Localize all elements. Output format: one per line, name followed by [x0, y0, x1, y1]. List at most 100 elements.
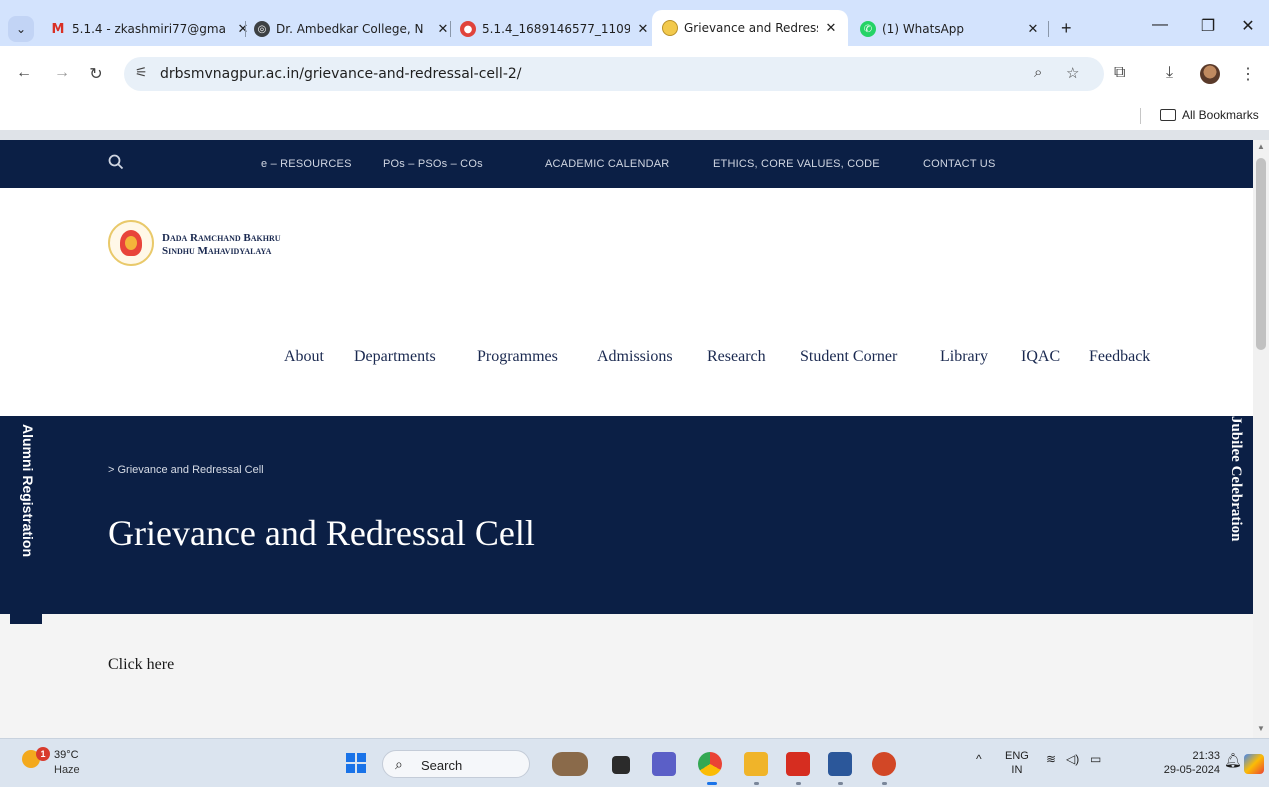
- jubilee-celebration-label: Jubilee Celebration: [1228, 416, 1244, 542]
- taskbar-search[interactable]: ⌕ Search: [382, 750, 530, 778]
- notification-bell-icon[interactable]: 🔔︎: [1224, 752, 1242, 769]
- nav-feedback[interactable]: Feedback: [1089, 348, 1150, 366]
- language-indicator[interactable]: ENG IN: [1005, 749, 1029, 777]
- site-icon: [662, 20, 678, 36]
- bookmarks-divider: [1140, 108, 1141, 124]
- tab-title: 5.1.4_1689146577_11097: [482, 22, 630, 36]
- whatsapp-icon: ✆: [860, 21, 876, 37]
- minimize-button[interactable]: —: [1150, 16, 1170, 34]
- file-explorer-icon[interactable]: [744, 752, 768, 776]
- task-view-icon[interactable]: [612, 756, 630, 774]
- all-bookmarks-button[interactable]: All Bookmarks: [1160, 108, 1259, 122]
- college-logo[interactable]: [108, 220, 154, 266]
- pdf-icon: ●: [460, 21, 476, 37]
- app-indicator: [838, 782, 843, 785]
- taskbar-search-label: Search: [421, 758, 463, 773]
- active-app-indicator: [707, 782, 717, 785]
- gmail-icon: M: [51, 21, 65, 37]
- tab-title: 5.1.4 - zkashmiri77@gma: [72, 22, 226, 36]
- nav-admissions[interactable]: Admissions: [597, 348, 673, 366]
- word-icon[interactable]: [828, 752, 852, 776]
- zoom-icon[interactable]: ⌕: [1034, 64, 1042, 81]
- search-icon: ⌕: [395, 756, 403, 772]
- close-window-button[interactable]: ✕: [1238, 16, 1258, 36]
- app-indicator: [882, 782, 887, 785]
- nav-iqac[interactable]: IQAC: [1021, 348, 1060, 366]
- globe-icon: ◎: [254, 21, 270, 37]
- acrobat-icon[interactable]: [786, 752, 810, 776]
- topnav-contact-us[interactable]: CONTACT US: [923, 158, 996, 170]
- close-icon[interactable]: ✕: [824, 21, 838, 36]
- scroll-up-icon[interactable]: ▲: [1257, 142, 1265, 151]
- app-indicator: [754, 782, 759, 785]
- app-indicator: [796, 782, 801, 785]
- restore-button[interactable]: ❐: [1198, 16, 1218, 36]
- jubilee-celebration-tab[interactable]: Jubilee Celebration: [1221, 416, 1253, 586]
- folder-icon: [1160, 109, 1176, 121]
- chevron-up-icon[interactable]: ^: [976, 752, 982, 766]
- copilot-icon[interactable]: [1244, 754, 1264, 774]
- college-name[interactable]: Dada Ramchand Bakhru Sindhu Mahavidyalay…: [162, 232, 281, 258]
- tab-whatsapp[interactable]: ✆ (1) WhatsApp ✕: [860, 16, 1040, 42]
- nav-departments[interactable]: Departments: [354, 348, 436, 366]
- scrollbar-thumb[interactable]: [1256, 158, 1266, 350]
- new-tab-button[interactable]: +: [1061, 18, 1072, 39]
- nav-research[interactable]: Research: [707, 348, 766, 366]
- tab-title: Grievance and Redressal: [684, 21, 818, 35]
- nav-library[interactable]: Library: [940, 348, 988, 366]
- scroll-down-icon[interactable]: ▼: [1257, 724, 1265, 733]
- powerpoint-icon[interactable]: [872, 752, 896, 776]
- top-utility-bar: e – RESOURCES POs – PSOs – COs ACADEMIC …: [0, 140, 1253, 188]
- page-title: Grievance and Redressal Cell: [108, 513, 535, 553]
- nav-about[interactable]: About: [284, 348, 324, 366]
- url-text[interactable]: drbsmvnagpur.ac.in/grievance-and-redress…: [160, 66, 522, 82]
- menu-icon[interactable]: ⋮: [1240, 64, 1256, 84]
- close-icon[interactable]: ✕: [1026, 22, 1040, 37]
- nav-student-corner[interactable]: Student Corner: [800, 348, 897, 366]
- teams-icon[interactable]: [652, 752, 676, 776]
- alumni-registration-label: Alumni Registration: [20, 424, 36, 558]
- weather-temperature[interactable]: 39°C: [54, 749, 79, 761]
- topnav-pos-psos-cos[interactable]: POs – PSOs – COs: [383, 158, 483, 170]
- click-here-link[interactable]: Click here: [108, 656, 174, 674]
- profile-avatar[interactable]: [1200, 64, 1220, 84]
- wifi-icon[interactable]: ≋: [1046, 752, 1056, 766]
- bookmark-star-icon[interactable]: ☆: [1066, 64, 1079, 82]
- tab-ambedkar[interactable]: ◎ Dr. Ambedkar College, N ✕: [254, 16, 450, 42]
- topnav-ethics[interactable]: ETHICS, CORE VALUES, CODE: [713, 158, 880, 170]
- notification-badge: 1: [36, 747, 50, 761]
- windows-start-icon[interactable]: [346, 753, 366, 773]
- topnav-e-resources[interactable]: e – RESOURCES: [261, 158, 352, 170]
- page-scrollbar[interactable]: ▲ ▼: [1253, 140, 1269, 738]
- tab-title: (1) WhatsApp: [882, 22, 965, 36]
- close-icon[interactable]: ✕: [236, 22, 250, 37]
- nav-programmes[interactable]: Programmes: [477, 348, 558, 366]
- topnav-academic-calendar[interactable]: ACADEMIC CALENDAR: [545, 158, 669, 170]
- weather-description[interactable]: Haze: [54, 764, 80, 776]
- download-icon[interactable]: ⤓: [1166, 64, 1173, 82]
- tab-divider: [450, 21, 451, 37]
- breadcrumb[interactable]: > Grievance and Redressal Cell: [108, 464, 264, 476]
- tab-title: Dr. Ambedkar College, N: [276, 22, 424, 36]
- volume-icon[interactable]: ◁): [1066, 752, 1079, 766]
- extensions-icon[interactable]: ⧉: [1114, 64, 1125, 82]
- back-arrow-icon[interactable]: ←: [14, 64, 34, 82]
- page-header-banner: > Grievance and Redressal Cell Grievance…: [0, 416, 1253, 614]
- content-area: [0, 614, 1253, 738]
- tab-divider: [245, 21, 246, 37]
- tab-search-button[interactable]: ⌄: [8, 16, 34, 42]
- system-clock[interactable]: 21:33 29-05-2024: [1124, 749, 1220, 777]
- tab-grievance[interactable]: Grievance and Redressal ✕: [652, 10, 848, 46]
- reload-icon[interactable]: ↻: [86, 64, 106, 84]
- close-icon[interactable]: ✕: [636, 22, 650, 37]
- battery-icon[interactable]: ▭: [1090, 752, 1101, 766]
- site-settings-icon[interactable]: ⚟: [135, 64, 148, 81]
- tab-gmail[interactable]: M 5.1.4 - zkashmiri77@gma ✕: [50, 16, 250, 42]
- chrome-icon[interactable]: [698, 752, 722, 776]
- alumni-registration-tab[interactable]: Alumni Registration: [10, 424, 42, 624]
- search-icon[interactable]: [108, 154, 124, 170]
- otter-widget-icon[interactable]: [552, 752, 588, 776]
- tab-pdf[interactable]: ● 5.1.4_1689146577_11097 ✕: [460, 16, 650, 42]
- close-icon[interactable]: ✕: [436, 22, 450, 37]
- forward-arrow-icon[interactable]: →: [52, 64, 72, 82]
